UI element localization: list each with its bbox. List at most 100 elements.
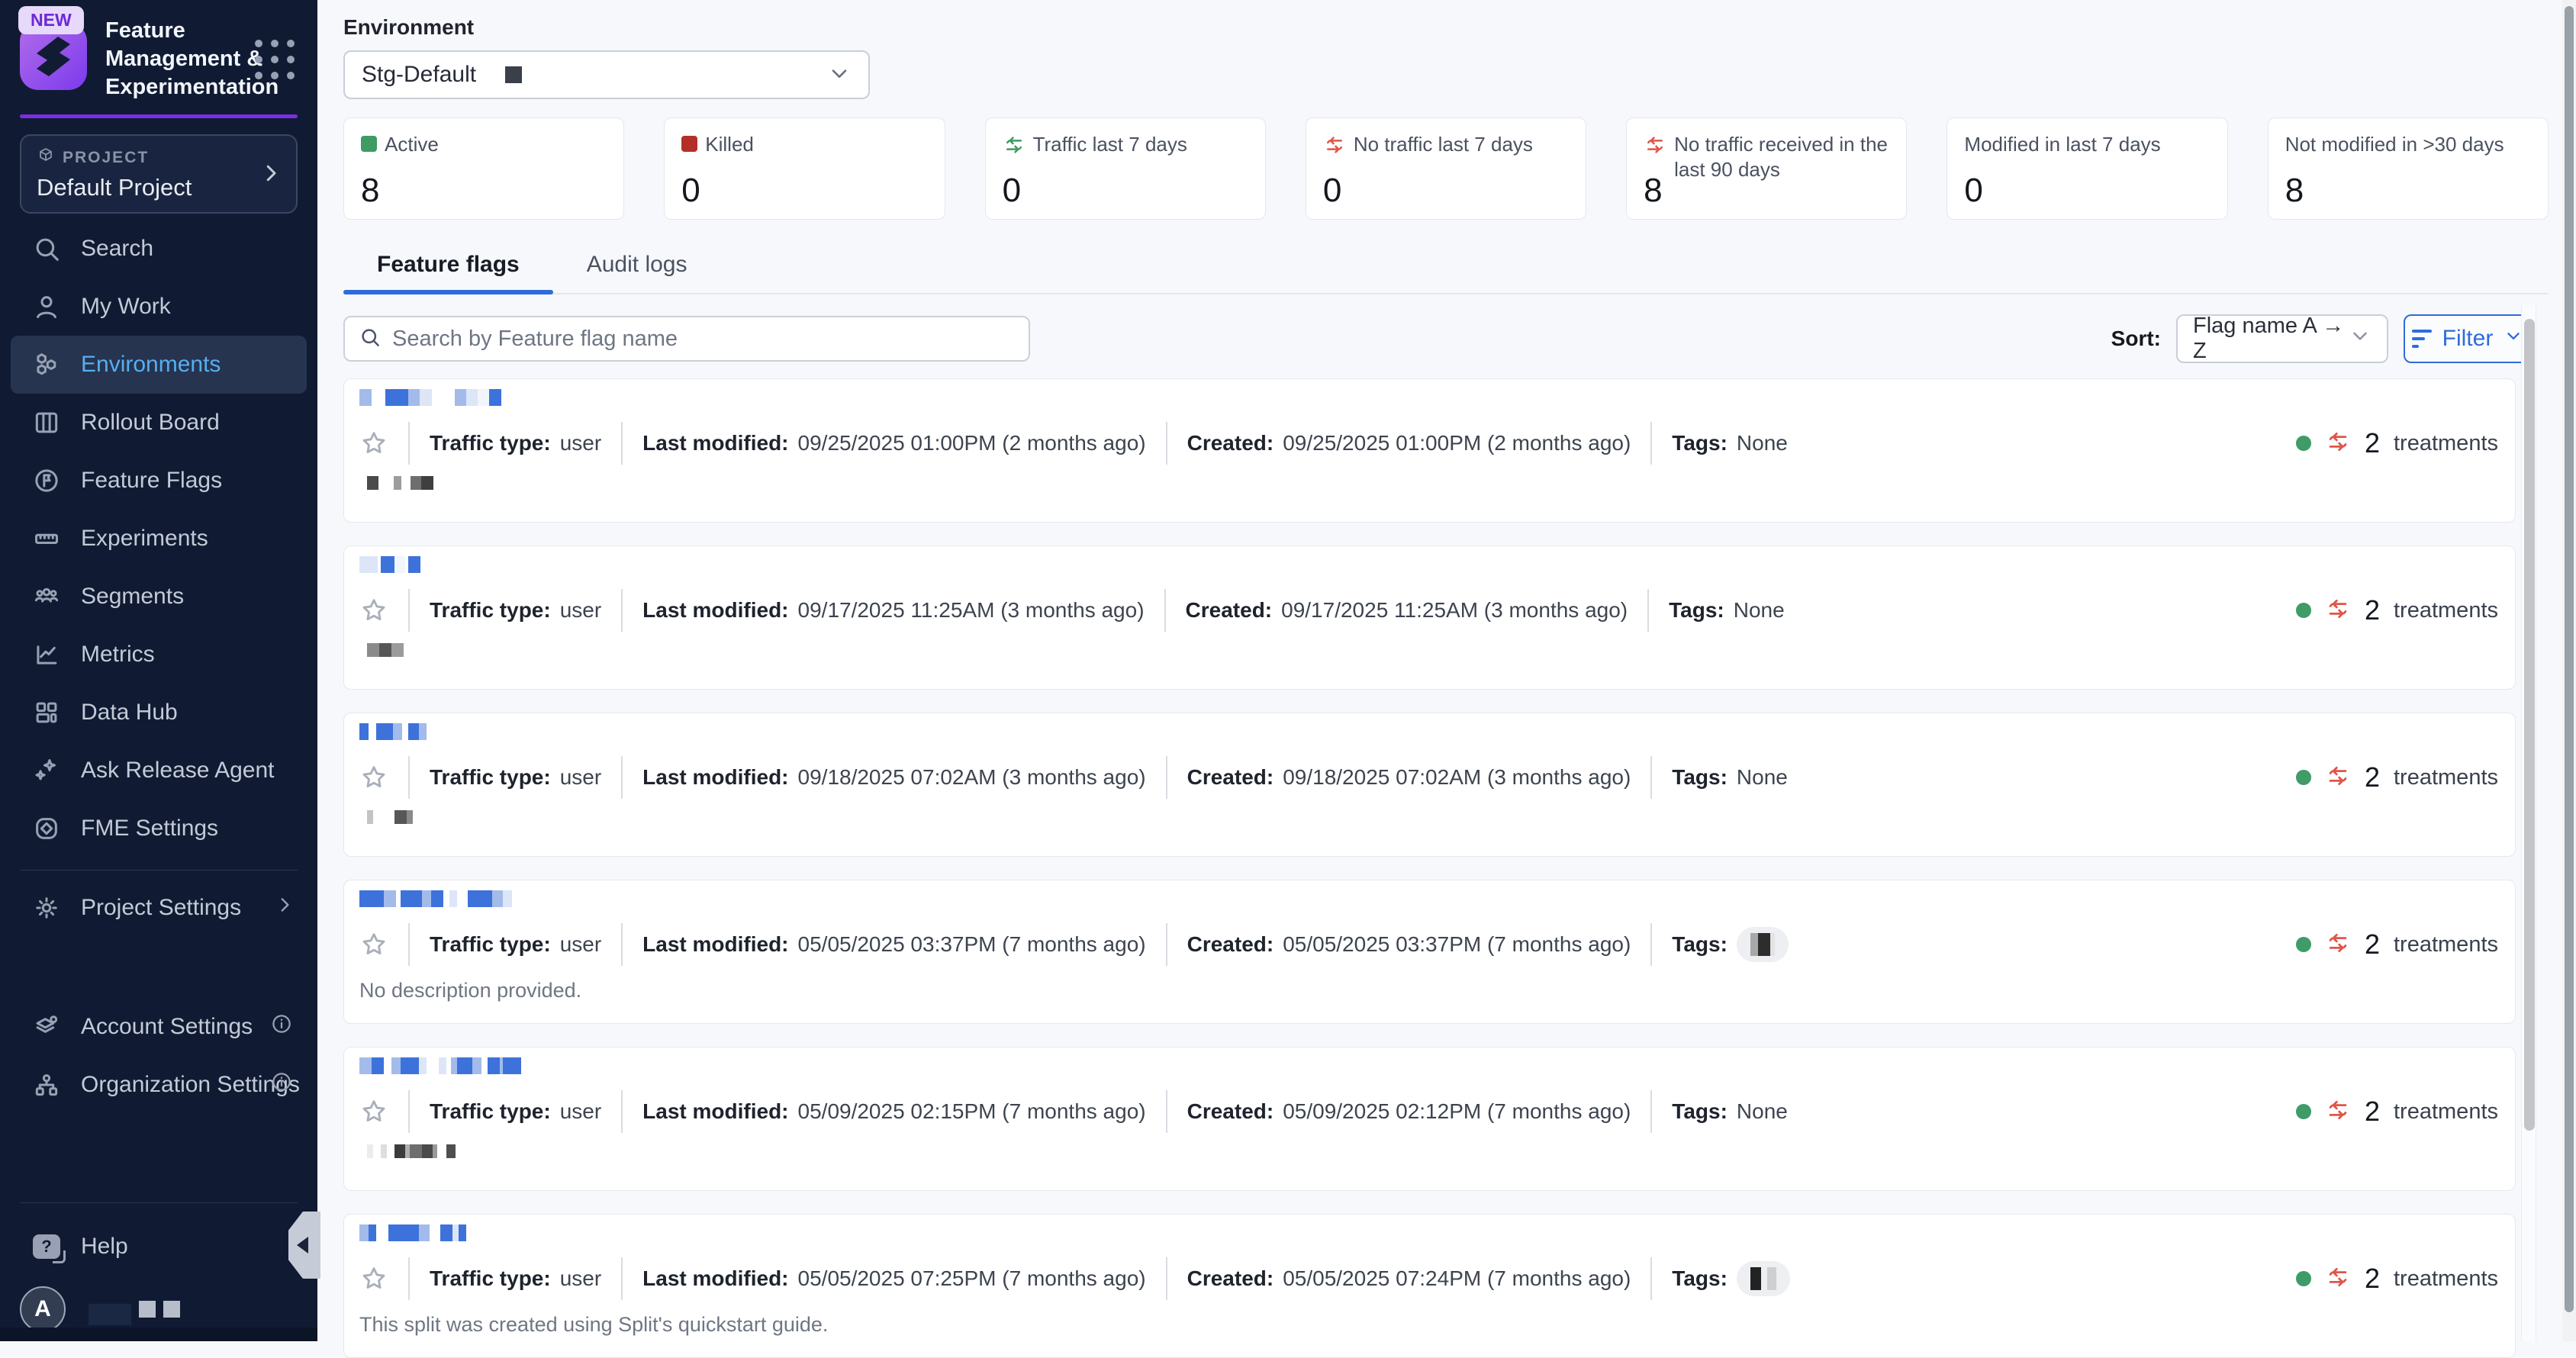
last-modified-value: 05/05/2025 07:25PM (7 months ago)	[798, 1266, 1146, 1291]
chevron-down-icon	[827, 61, 852, 89]
page-scrollbar[interactable]	[2562, 0, 2576, 1341]
tag-pill[interactable]	[1737, 1261, 1790, 1296]
tab-bar: Feature flags Audit logs	[343, 247, 2549, 294]
treatments-count: 2	[2365, 1096, 2380, 1128]
sidebar-bottom-strip	[0, 1327, 317, 1341]
fme-logo-icon	[32, 814, 61, 843]
flag-name-redacted[interactable]	[359, 890, 2500, 907]
feature-flag-list: Traffic type: user Last modified: 09/25/…	[343, 378, 2516, 1358]
flag-description: This split was created using Split's qui…	[359, 1313, 2500, 1337]
list-scrollbar[interactable]	[2521, 305, 2536, 1341]
environments-icon	[32, 350, 61, 379]
help-icon: ?	[32, 1232, 61, 1261]
project-label: PROJECT	[63, 149, 149, 167]
flag-description-redacted	[367, 1144, 2500, 1158]
active-status-icon	[361, 136, 377, 152]
chevron-right-icon	[259, 162, 282, 188]
sidebar-item-ask-release-agent[interactable]: Ask Release Agent	[0, 742, 317, 800]
search-input[interactable]	[392, 327, 1015, 352]
flag-description-redacted	[367, 476, 2500, 490]
sidebar-item-environments[interactable]: Environments	[11, 336, 307, 394]
sidebar-item-organization-settings[interactable]: Organization Settings	[0, 1056, 317, 1114]
info-icon[interactable]	[270, 1070, 293, 1099]
environment-label: Environment	[343, 15, 2576, 40]
project-selector[interactable]: PROJECT Default Project	[20, 134, 298, 214]
favorite-star-icon[interactable]	[359, 429, 388, 458]
tag-pill[interactable]	[1737, 927, 1789, 962]
environment-select[interactable]: Stg-Default	[343, 50, 870, 99]
stat-card-not-modified-30d: Not modified in >30 days 8	[2268, 117, 2549, 220]
tags-value: None	[1737, 765, 1788, 790]
traffic-type-value: user	[560, 1266, 601, 1291]
favorite-star-icon[interactable]	[359, 930, 388, 959]
flag-name-redacted[interactable]	[359, 556, 2500, 573]
stat-value: 0	[1003, 172, 1021, 210]
created-value: 09/18/2025 07:02AM (3 months ago)	[1283, 765, 1631, 790]
flag-meta: Traffic type: user Last modified: 09/18/…	[359, 754, 2500, 801]
stat-card-killed: Killed 0	[664, 117, 945, 220]
tab-feature-flags[interactable]: Feature flags	[343, 247, 553, 293]
active-dot-icon	[2296, 1271, 2311, 1286]
stat-value: 8	[361, 172, 379, 210]
favorite-star-icon[interactable]	[359, 1097, 388, 1126]
no-traffic-arrows-icon	[1644, 134, 1666, 156]
treatments-count: 2	[2365, 427, 2380, 459]
flag-row[interactable]: Traffic type: user Last modified: 09/18/…	[343, 713, 2516, 857]
list-scrollbar-thumb[interactable]	[2524, 319, 2535, 1131]
sidebar-item-my-work[interactable]: My Work	[0, 278, 317, 336]
stat-card-modified-7d: Modified in last 7 days 0	[1946, 117, 2227, 220]
flag-search[interactable]	[343, 316, 1030, 362]
flag-row[interactable]: Traffic type: user Last modified: 05/09/…	[343, 1047, 2516, 1191]
favorite-star-icon[interactable]	[359, 596, 388, 625]
flag-name-redacted[interactable]	[359, 1224, 2500, 1241]
user-account[interactable]: A	[20, 1286, 180, 1332]
sort-select[interactable]: Flag name A → Z	[2176, 314, 2388, 363]
sidebar-item-experiments[interactable]: Experiments	[0, 510, 317, 568]
sidebar-item-feature-flags[interactable]: Feature Flags	[0, 452, 317, 510]
tab-audit-logs[interactable]: Audit logs	[553, 247, 721, 293]
flag-row[interactable]: Traffic type: user Last modified: 05/05/…	[343, 880, 2516, 1024]
stat-card-no-traffic-90d: No traffic received in the last 90 days …	[1626, 117, 1907, 220]
flag-row[interactable]: Traffic type: user Last modified: 09/25/…	[343, 378, 2516, 523]
created-value: 05/05/2025 07:24PM (7 months ago)	[1283, 1266, 1631, 1291]
last-modified-value: 09/17/2025 11:25AM (3 months ago)	[798, 598, 1145, 623]
stats-cards: Active 8 Killed 0 Traffic last 7 days 0 …	[343, 117, 2549, 220]
sidebar-item-segments[interactable]: Segments	[0, 568, 317, 626]
sidebar-item-project-settings[interactable]: Project Settings	[0, 879, 317, 937]
sidebar-item-search[interactable]: Search	[0, 220, 317, 278]
flag-name-redacted[interactable]	[359, 723, 2500, 740]
project-box-icon	[37, 146, 55, 169]
flag-name-redacted[interactable]	[359, 1057, 2500, 1074]
stat-value: 0	[1964, 172, 1982, 210]
flag-name-redacted[interactable]	[359, 389, 2500, 406]
sidebar-item-metrics[interactable]: Metrics	[0, 626, 317, 684]
no-traffic-icon	[2325, 596, 2351, 626]
stat-value: 0	[1323, 172, 1341, 210]
info-icon[interactable]	[270, 1012, 293, 1041]
sidebar-item-account-settings[interactable]: Account Settings	[0, 998, 317, 1056]
flag-row[interactable]: Traffic type: user Last modified: 09/17/…	[343, 545, 2516, 690]
page-scrollbar-thumb[interactable]	[2565, 6, 2574, 1312]
filter-button[interactable]: Filter	[2404, 314, 2532, 363]
sidebar-item-rollout-board[interactable]: Rollout Board	[0, 394, 317, 452]
traffic-type-value: user	[560, 431, 601, 455]
sidebar-item-data-hub[interactable]: Data Hub	[0, 684, 317, 742]
avatar[interactable]: A	[20, 1286, 66, 1332]
sidebar-item-help[interactable]: ? Help	[0, 1218, 317, 1276]
last-modified-value: 09/25/2025 01:00PM (2 months ago)	[798, 431, 1146, 455]
flag-row[interactable]: Traffic type: user Last modified: 05/05/…	[343, 1214, 2516, 1358]
flag-meta: Traffic type: user Last modified: 05/09/…	[359, 1088, 2500, 1135]
app-switcher-icon[interactable]	[255, 40, 296, 81]
sidebar-item-fme-settings[interactable]: FME Settings	[0, 800, 317, 858]
stat-value: 0	[681, 172, 700, 210]
no-traffic-icon	[2325, 930, 2351, 960]
traffic-type-value: user	[560, 765, 601, 790]
traffic-type-value: user	[560, 932, 601, 957]
favorite-star-icon[interactable]	[359, 763, 388, 792]
favorite-star-icon[interactable]	[359, 1264, 388, 1293]
ruler-icon	[32, 524, 61, 553]
main-content: Environment Stg-Default Active 8 Killed …	[317, 0, 2576, 1341]
treatments-count: 2	[2365, 594, 2380, 626]
no-traffic-icon	[2325, 1097, 2351, 1127]
layers-gear-icon	[32, 1012, 61, 1041]
